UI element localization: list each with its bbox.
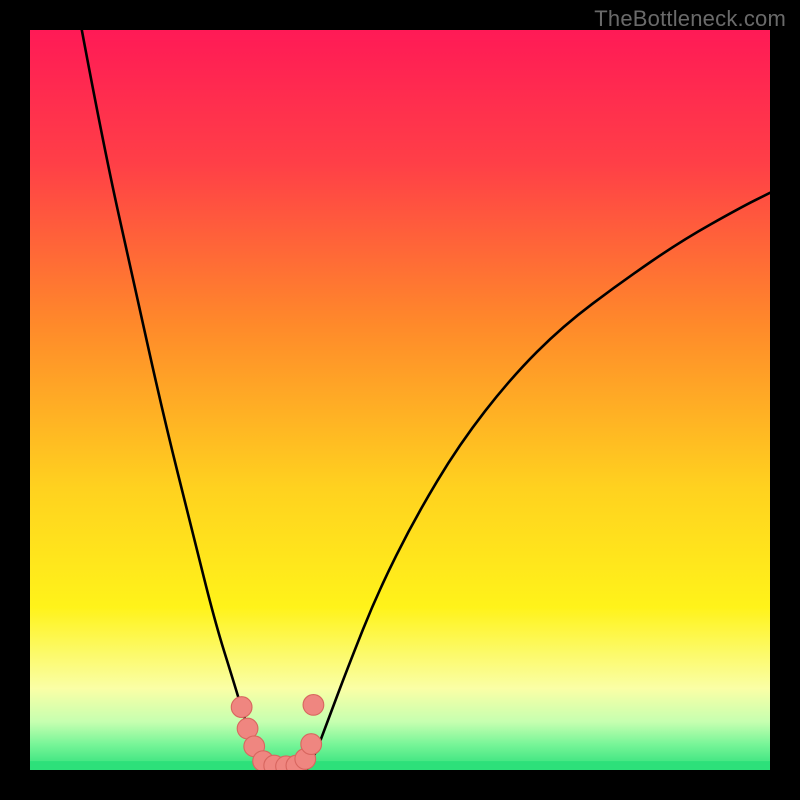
trough-marker (303, 695, 324, 716)
chart-frame: TheBottleneck.com (0, 0, 800, 800)
gradient-background (30, 30, 770, 770)
chart-svg (30, 30, 770, 770)
bottom-green-band (30, 761, 770, 770)
trough-marker (301, 734, 322, 755)
trough-marker (231, 697, 252, 718)
watermark-text: TheBottleneck.com (594, 6, 786, 32)
plot-area (30, 30, 770, 770)
